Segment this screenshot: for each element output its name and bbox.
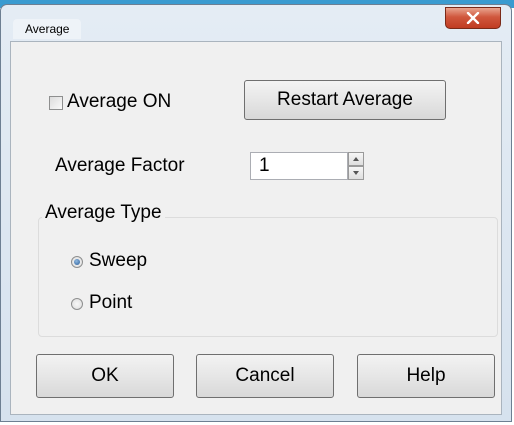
sweep-radio[interactable] (71, 256, 83, 268)
spin-up-button[interactable] (348, 152, 364, 166)
triangle-down-icon (353, 171, 359, 175)
average-dialog: Average Average ON Restart Average Avera… (0, 4, 512, 422)
average-on-label[interactable]: Average ON (67, 91, 171, 113)
radio-selected-dot (74, 259, 80, 265)
triangle-up-icon (353, 157, 359, 161)
average-type-legend: Average Type (42, 202, 165, 224)
help-button[interactable]: Help (357, 354, 495, 398)
title-bar[interactable]: Average (1, 5, 511, 41)
average-factor-input[interactable]: 1 (250, 152, 348, 180)
dialog-body: Average ON Restart Average Average Facto… (10, 41, 502, 415)
sweep-label[interactable]: Sweep (89, 250, 147, 272)
window-title: Average (13, 19, 82, 39)
restart-average-button[interactable]: Restart Average (244, 80, 446, 120)
spin-down-button[interactable] (348, 166, 364, 180)
point-label[interactable]: Point (89, 292, 132, 314)
average-factor-label: Average Factor (55, 155, 185, 176)
average-type-group (38, 217, 498, 337)
point-radio[interactable] (71, 298, 83, 310)
close-icon (466, 12, 480, 24)
ok-button[interactable]: OK (36, 354, 174, 398)
cancel-button[interactable]: Cancel (196, 354, 334, 398)
average-factor-spinner[interactable] (348, 152, 364, 180)
average-on-checkbox[interactable] (49, 96, 63, 110)
close-button[interactable] (445, 7, 501, 29)
